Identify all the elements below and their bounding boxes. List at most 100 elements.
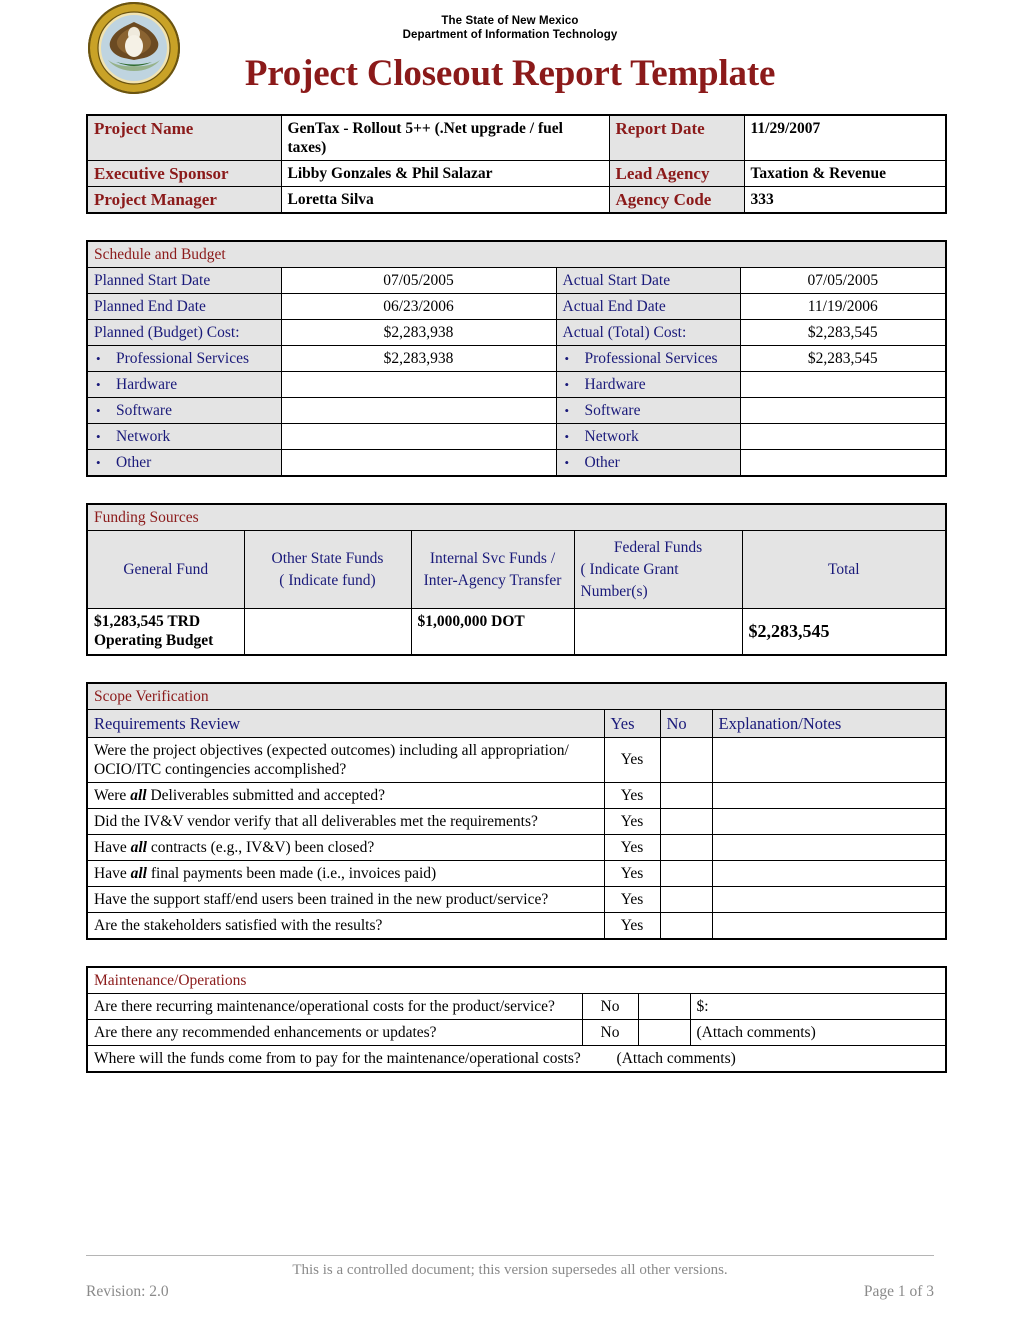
- table-row: • Software • Software: [86, 397, 947, 424]
- requirements-review-header: Requirements Review: [86, 708, 605, 738]
- table-row: Where will the funds come from to pay fo…: [86, 1044, 947, 1072]
- new-mexico-state-seal-icon: [86, 0, 182, 96]
- maintenance-funds-note: (Attach comments): [616, 1049, 736, 1067]
- budget-item-actual-value: [739, 371, 947, 398]
- scope-answer-no: [659, 833, 713, 861]
- budget-item-professional-services-actual: • Professional Services: [555, 345, 741, 372]
- planned-end-date-label: Planned End Date: [86, 293, 282, 320]
- scope-answer-yes: Yes: [603, 833, 661, 861]
- section-header-row: Maintenance/Operations: [86, 966, 947, 994]
- scope-verification-table: Scope Verification Requirements Review Y…: [86, 681, 948, 940]
- other-state-funds-header: Other State Funds ( Indicate fund): [243, 530, 412, 609]
- actual-cost-value: $2,283,545: [739, 319, 947, 346]
- emphasis-all: all: [130, 838, 147, 856]
- scope-notes: [711, 833, 947, 861]
- bullet-icon: •: [96, 429, 101, 444]
- actual-end-date-label: Actual End Date: [555, 293, 741, 320]
- project-name-label: Project Name: [86, 114, 282, 161]
- maintenance-question: Are there recurring maintenance/operatio…: [86, 992, 583, 1020]
- page-number: Page 1 of 3: [863, 1283, 934, 1300]
- budget-item-actual-value: [739, 449, 947, 477]
- budget-item-hardware-planned: • Hardware: [86, 371, 282, 398]
- budget-item-label: Software: [116, 402, 172, 419]
- table-header-row: General Fund Other State Funds ( Indicat…: [86, 530, 947, 609]
- general-fund-line-2: Operating Budget: [94, 632, 214, 649]
- bullet-icon: •: [564, 429, 570, 444]
- org-line-2: Department of Information Technology: [402, 29, 618, 41]
- table-row: Have all final payments been made (i.e.,…: [86, 859, 947, 887]
- section-header-row: Funding Sources: [86, 503, 947, 531]
- scope-question: Were all Deliverables submitted and acce…: [86, 781, 605, 809]
- page-footer: This is a controlled document; this vers…: [86, 1255, 934, 1302]
- budget-item-label: Hardware: [116, 376, 178, 393]
- internal-svc-funds-value: $1,000,000 DOT: [410, 608, 575, 655]
- maintenance-answer-no: [637, 992, 691, 1020]
- budget-item-label: Software: [584, 402, 641, 419]
- budget-item-label: Other: [116, 454, 152, 471]
- scope-notes: [711, 911, 947, 939]
- scope-answer-no: [659, 781, 713, 809]
- maintenance-answer-yes: No: [581, 1018, 639, 1046]
- table-row: Project Manager Loretta Silva Agency Cod…: [86, 186, 947, 214]
- scope-answer-yes: Yes: [603, 911, 661, 939]
- table-row: Have all contracts (e.g., IV&V) been clo…: [86, 833, 947, 861]
- schedule-budget-title: Schedule and Budget: [86, 240, 947, 268]
- maintenance-notes: (Attach comments): [689, 1018, 947, 1046]
- table-row: Executive Sponsor Libby Gonzales & Phil …: [86, 160, 947, 187]
- org-line-1: The State of New Mexico: [441, 15, 579, 27]
- budget-item-planned-value: [280, 371, 557, 398]
- scope-notes: [711, 736, 947, 783]
- project-manager-value: Loretta Silva: [280, 186, 610, 214]
- budget-item-label: Hardware: [584, 376, 646, 393]
- agency-code-label: Agency Code: [608, 186, 745, 214]
- budget-item-label: Other: [584, 454, 620, 471]
- budget-item-other-planned: • Other: [86, 449, 282, 477]
- budget-item-software-actual: • Software: [555, 397, 741, 424]
- budget-item-planned-value: $2,283,938: [280, 345, 557, 372]
- table-row: Are the stakeholders satisfied with the …: [86, 911, 947, 939]
- project-name-value: GenTax - Rollout 5++ (.Net upgrade / fue…: [280, 114, 610, 161]
- lead-agency-label: Lead Agency: [608, 160, 745, 187]
- scope-notes: [711, 807, 947, 835]
- actual-start-date-label: Actual Start Date: [555, 267, 741, 294]
- table-row: Were the project objectives (expected ou…: [86, 736, 947, 783]
- scope-notes: [711, 859, 947, 887]
- actual-cost-label: Actual (Total) Cost:: [555, 319, 741, 346]
- table-row: Planned (Budget) Cost: $2,283,938 Actual…: [86, 319, 947, 346]
- federal-funds-value: [573, 608, 743, 655]
- scope-answer-no: [659, 736, 713, 783]
- budget-item-software-planned: • Software: [86, 397, 282, 424]
- section-header-row: Scope Verification: [86, 682, 947, 710]
- scope-verification-title: Scope Verification: [86, 682, 947, 710]
- organization-heading: The State of New Mexico Department of In…: [86, 10, 934, 42]
- budget-item-actual-value: $2,283,545: [739, 345, 947, 372]
- yes-column-header: Yes: [603, 708, 661, 738]
- page-title: Project Closeout Report Template: [244, 53, 776, 94]
- internal-svc-funds-header: Internal Svc Funds / Inter-Agency Transf…: [410, 530, 575, 609]
- actual-end-date-value: 11/19/2006: [739, 293, 947, 320]
- scope-answer-no: [659, 859, 713, 887]
- scope-question: Were the project objectives (expected ou…: [86, 736, 605, 783]
- general-fund-header: General Fund: [86, 530, 245, 609]
- budget-item-planned-value: [280, 423, 557, 450]
- general-fund-value: $1,283,545 TRD Operating Budget: [86, 608, 245, 655]
- total-header: Total: [741, 530, 947, 609]
- budget-item-other-actual: • Other: [555, 449, 741, 477]
- scope-answer-yes: Yes: [603, 736, 661, 783]
- planned-cost-value: $2,283,938: [280, 319, 557, 346]
- budget-item-hardware-actual: • Hardware: [555, 371, 741, 398]
- scope-question: Are the stakeholders satisfied with the …: [86, 911, 605, 939]
- bullet-icon: •: [96, 351, 101, 366]
- general-fund-line-1: $1,283,545 TRD: [94, 613, 201, 630]
- table-row: • Professional Services $2,283,938 • Profe…: [86, 345, 947, 372]
- executive-sponsor-value: Libby Gonzales & Phil Salazar: [280, 160, 610, 187]
- planned-end-date-value: 06/23/2006: [280, 293, 557, 320]
- table-row: Planned Start Date 07/05/2005 Actual Sta…: [86, 267, 947, 294]
- table-row: • Other • Other: [86, 449, 947, 477]
- scope-notes: [711, 781, 947, 809]
- maintenance-answer-no: [637, 1018, 691, 1046]
- other-state-funds-line-2: ( Indicate fund): [279, 571, 376, 589]
- explanation-notes-header: Explanation/Notes: [711, 708, 947, 738]
- scope-answer-no: [659, 807, 713, 835]
- controlled-document-note: This is a controlled document; this vers…: [292, 1262, 728, 1278]
